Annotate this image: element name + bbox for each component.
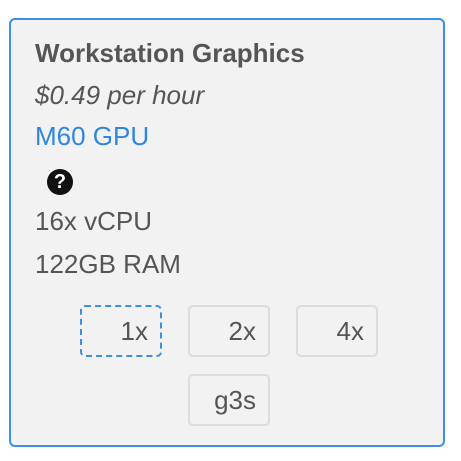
card-title: Workstation Graphics	[35, 38, 305, 68]
cpu-spec: 16x vCPU	[35, 206, 153, 236]
instance-card: Workstation Graphics $0.49 per hour M60 …	[9, 18, 445, 447]
gpu-link[interactable]: M60 GPU	[35, 121, 149, 152]
option-4x-button[interactable]: 4x	[296, 305, 378, 357]
option-2x-button[interactable]: 2x	[188, 305, 270, 357]
option-1x-button[interactable]: 1x	[80, 305, 162, 357]
option-g3s-button[interactable]: g3s	[188, 374, 270, 426]
ram-spec: 122GB RAM	[35, 249, 181, 279]
help-icon[interactable]: ?	[47, 169, 73, 195]
price-label: $0.49 per hour	[35, 80, 205, 110]
